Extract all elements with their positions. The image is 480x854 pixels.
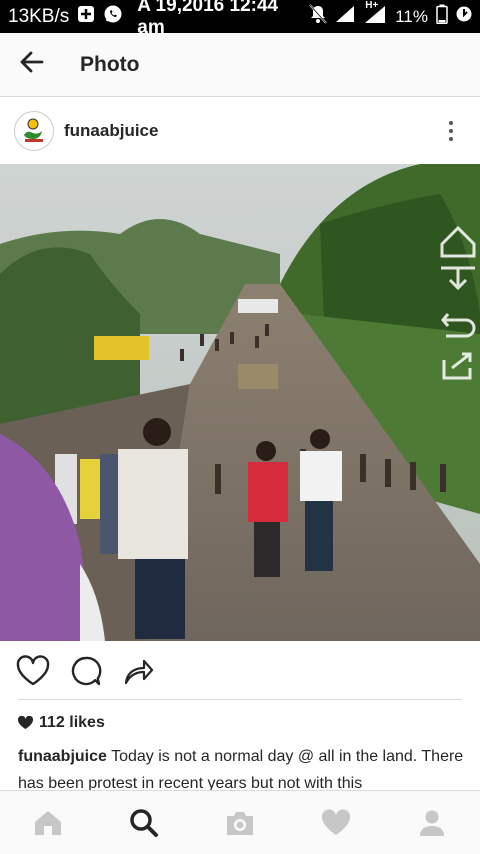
like-button[interactable] [16, 654, 50, 692]
post-header: funaabjuice [0, 97, 480, 164]
plus-box-icon [77, 5, 95, 29]
dot-icon [449, 128, 453, 133]
dot-icon [449, 120, 453, 125]
battery-icon [436, 4, 448, 29]
signal-icon [335, 5, 355, 28]
avatar-logo-icon [16, 112, 52, 149]
likes-text: 112 likes [39, 714, 105, 731]
nav-search[interactable] [114, 793, 174, 853]
bottom-nav [0, 790, 480, 854]
page-title: Photo [80, 52, 140, 76]
app-bar: Photo [0, 33, 480, 97]
share-button[interactable] [122, 655, 154, 692]
arrow-left-icon [19, 49, 45, 80]
post-photo[interactable] [0, 164, 480, 641]
likes-count[interactable]: 112 likes [18, 714, 105, 732]
avatar[interactable] [14, 110, 54, 151]
camera-icon [227, 811, 253, 835]
nav-home[interactable] [18, 793, 78, 853]
heart-icon [321, 808, 351, 835]
whatsapp-icon [103, 4, 123, 30]
home-icon [35, 810, 61, 835]
nav-activity[interactable] [306, 793, 366, 853]
post-caption: funaabjuice Today is not a normal day @ … [18, 743, 470, 797]
post-username[interactable]: funaabjuice [64, 121, 158, 141]
divider [18, 699, 462, 700]
dot-icon [449, 136, 453, 141]
network-type: H+ [365, 0, 379, 11]
photo-image [0, 164, 480, 641]
nav-profile[interactable] [402, 793, 462, 853]
network-speed: 13KB/s [8, 5, 70, 27]
profile-icon [420, 810, 444, 836]
post-actions [16, 650, 154, 696]
more-options-button[interactable] [436, 111, 466, 151]
mute-icon [309, 4, 327, 29]
status-bar: 13KB/s A 19,2016 12:44 am H+ 11% [0, 0, 480, 38]
share-icon [124, 659, 154, 684]
back-button[interactable] [0, 33, 64, 97]
comment-button[interactable] [70, 655, 102, 692]
data-saver-icon [456, 6, 472, 27]
signal-h-plus-icon: H+ [363, 0, 387, 29]
heart-icon [16, 654, 50, 685]
nav-camera[interactable] [210, 793, 270, 853]
heart-filled-icon [18, 716, 33, 729]
search-icon [130, 808, 158, 837]
battery-percent: 11% [395, 6, 428, 26]
caption-username[interactable]: funaabjuice [18, 748, 107, 765]
comment-icon [71, 656, 102, 685]
